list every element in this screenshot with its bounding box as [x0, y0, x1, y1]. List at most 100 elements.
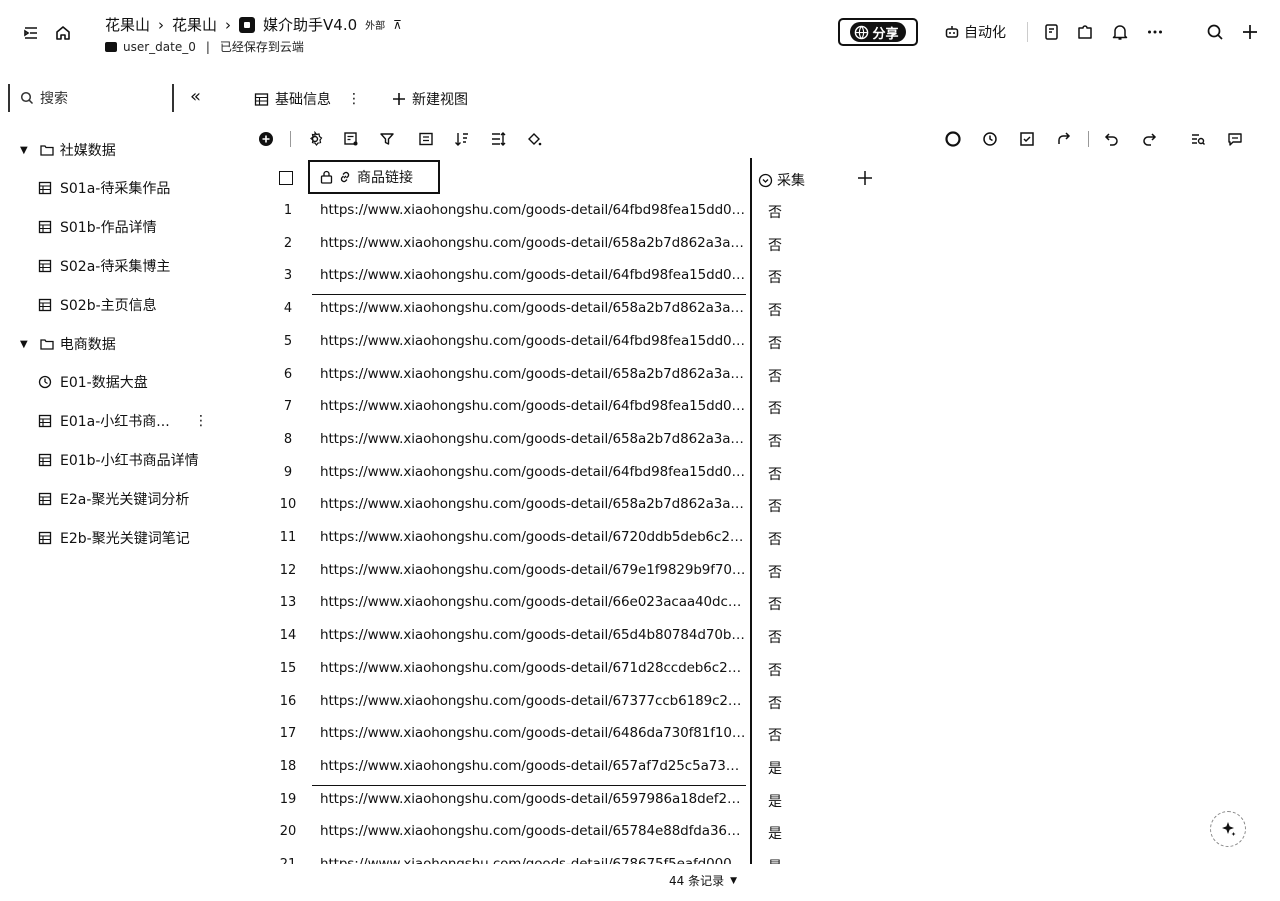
sidebar-item[interactable]: S02a-待采集博主 [38, 256, 208, 276]
sidebar-search-input[interactable]: 搜索 [8, 84, 174, 112]
product-link-cell[interactable]: https://www.xiaohongshu.com/goods-detail… [320, 725, 746, 741]
sidebar-item[interactable]: S01b-作品详情 [38, 217, 208, 237]
plugin-icon[interactable] [1076, 23, 1094, 41]
column-header-product-link[interactable]: 商品链接 [308, 160, 440, 194]
sidebar-item[interactable]: E01b-小红书商品详情 [38, 450, 208, 470]
collect-cell[interactable]: 否 [768, 267, 782, 287]
collect-cell[interactable]: 否 [768, 333, 782, 353]
sidebar-item[interactable]: S02b-主页信息 [38, 295, 208, 315]
product-link-cell[interactable]: https://www.xiaohongshu.com/goods-detail… [320, 627, 746, 643]
product-link-cell[interactable]: https://www.xiaohongshu.com/goods-detail… [320, 758, 746, 774]
table-row[interactable]: 8 https://www.xiaohongshu.com/goods-detai… [270, 425, 890, 457]
filter-icon[interactable] [378, 130, 396, 148]
collapse-sidebar-icon[interactable]: « [190, 86, 201, 107]
collect-cell[interactable]: 否 [768, 464, 782, 484]
table-row[interactable]: 2 https://www.xiaohongshu.com/goods-detai… [270, 229, 890, 261]
sidebar-toggle-icon[interactable] [22, 24, 40, 42]
bell-icon[interactable] [1111, 23, 1129, 41]
sidebar-group-social[interactable]: ▼ 社媒数据 [20, 140, 116, 160]
sidebar-item[interactable]: E01a-小红书商... ⋮ [38, 411, 208, 431]
item-more-icon[interactable]: ⋮ [194, 413, 208, 429]
product-link-cell[interactable]: https://www.xiaohongshu.com/goods-detail… [320, 464, 746, 480]
new-view-button[interactable]: 新建视图 [392, 89, 468, 109]
field-config-icon[interactable] [342, 130, 360, 148]
select-all-checkbox[interactable] [279, 171, 293, 185]
product-link-cell[interactable]: https://www.xiaohongshu.com/goods-detail… [320, 398, 746, 414]
table-row[interactable]: 5 https://www.xiaohongshu.com/goods-detai… [270, 327, 890, 359]
settings-icon[interactable] [306, 130, 324, 148]
collect-cell[interactable]: 否 [768, 725, 782, 745]
search-icon[interactable] [1206, 23, 1224, 41]
table-row[interactable]: 18 https://www.xiaohongshu.com/goods-deta… [270, 752, 890, 784]
tab-more-icon[interactable]: ⋮ [347, 91, 361, 107]
table-row[interactable]: 14 https://www.xiaohongshu.com/goods-deta… [270, 621, 890, 653]
product-link-cell[interactable]: https://www.xiaohongshu.com/goods-detail… [320, 791, 746, 807]
automation-button[interactable]: 自动化 [944, 22, 1006, 42]
sidebar-item[interactable]: E2a-聚光关键词分析 [38, 489, 208, 509]
table-row[interactable]: 1 https://www.xiaohongshu.com/goods-detai… [270, 196, 890, 228]
product-link-cell[interactable]: https://www.xiaohongshu.com/goods-detail… [320, 562, 746, 578]
collect-cell[interactable]: 否 [768, 562, 782, 582]
breadcrumb-item[interactable]: 花果山 [105, 14, 150, 35]
table-row[interactable]: 9 https://www.xiaohongshu.com/goods-detai… [270, 458, 890, 490]
collect-cell[interactable]: 是 [768, 791, 782, 811]
table-row[interactable]: 4 https://www.xiaohongshu.com/goods-detai… [270, 294, 890, 326]
table-row[interactable]: 13 https://www.xiaohongshu.com/goods-deta… [270, 588, 890, 620]
collect-cell[interactable]: 否 [768, 693, 782, 713]
sidebar-item[interactable]: E2b-聚光关键词笔记 [38, 528, 208, 548]
sidebar-group-ecommerce[interactable]: ▼ 电商数据 [20, 334, 116, 354]
fill-color-icon[interactable] [525, 130, 543, 148]
collect-cell[interactable]: 否 [768, 235, 782, 255]
table-row[interactable]: 11 https://www.xiaohongshu.com/goods-deta… [270, 523, 890, 555]
table-row[interactable]: 7 https://www.xiaohongshu.com/goods-detai… [270, 392, 890, 424]
collect-cell[interactable]: 是 [768, 823, 782, 843]
collect-cell[interactable]: 否 [768, 366, 782, 386]
row-height-icon[interactable] [489, 130, 507, 148]
product-link-cell[interactable]: https://www.xiaohongshu.com/goods-detail… [320, 660, 746, 676]
table-row[interactable]: 15 https://www.xiaohongshu.com/goods-deta… [270, 654, 890, 686]
table-row[interactable]: 3 https://www.xiaohongshu.com/goods-detai… [270, 261, 890, 293]
home-icon[interactable] [54, 24, 72, 42]
table-row[interactable]: 17 https://www.xiaohongshu.com/goods-deta… [270, 719, 890, 751]
collect-cell[interactable]: 否 [768, 431, 782, 451]
add-column-icon[interactable] [857, 170, 873, 186]
share-arrow-icon[interactable] [1055, 130, 1073, 148]
table-row[interactable]: 6 https://www.xiaohongshu.com/goods-detai… [270, 360, 890, 392]
record-icon[interactable] [944, 130, 962, 148]
collect-cell[interactable]: 否 [768, 300, 782, 320]
product-link-cell[interactable]: https://www.xiaohongshu.com/goods-detail… [320, 529, 746, 545]
pin-icon[interactable]: ⊼ [393, 18, 402, 32]
product-link-cell[interactable]: https://www.xiaohongshu.com/goods-detail… [320, 823, 746, 839]
more-icon[interactable] [1146, 23, 1164, 41]
table-row[interactable]: 19 https://www.xiaohongshu.com/goods-deta… [270, 785, 890, 817]
product-link-cell[interactable]: https://www.xiaohongshu.com/goods-detail… [320, 693, 746, 709]
collect-cell[interactable]: 否 [768, 660, 782, 680]
history-icon[interactable] [981, 130, 999, 148]
product-link-cell[interactable]: https://www.xiaohongshu.com/goods-detail… [320, 202, 746, 218]
group-icon[interactable] [417, 130, 435, 148]
doc-title[interactable]: 媒介助手V4.0 [263, 14, 357, 35]
collect-cell[interactable]: 否 [768, 202, 782, 222]
product-link-cell[interactable]: https://www.xiaohongshu.com/goods-detail… [320, 300, 746, 316]
collect-cell[interactable]: 否 [768, 627, 782, 647]
collect-cell[interactable]: 否 [768, 398, 782, 418]
table-row[interactable]: 10 https://www.xiaohongshu.com/goods-deta… [270, 490, 890, 522]
table-row[interactable]: 16 https://www.xiaohongshu.com/goods-deta… [270, 687, 890, 719]
collect-cell[interactable]: 是 [768, 758, 782, 778]
tab-basic-info[interactable]: 基础信息 ⋮ [254, 89, 361, 109]
product-link-cell[interactable]: https://www.xiaohongshu.com/goods-detail… [320, 594, 746, 610]
comment-icon[interactable] [1226, 130, 1244, 148]
table-row[interactable]: 12 https://www.xiaohongshu.com/goods-deta… [270, 556, 890, 588]
share-button[interactable]: 分享 [838, 18, 918, 46]
product-link-cell[interactable]: https://www.xiaohongshu.com/goods-detail… [320, 267, 746, 283]
product-link-cell[interactable]: https://www.xiaohongshu.com/goods-detail… [320, 333, 746, 349]
sidebar-item[interactable]: S01a-待采集作品 [38, 178, 208, 198]
undo-icon[interactable] [1103, 130, 1121, 148]
record-count[interactable]: 44 条记录 ▼ [669, 872, 737, 889]
ai-assistant-button[interactable] [1210, 811, 1246, 847]
collect-cell[interactable]: 否 [768, 529, 782, 549]
checklist-icon[interactable] [1018, 130, 1036, 148]
add-icon[interactable] [1241, 23, 1259, 41]
product-link-cell[interactable]: https://www.xiaohongshu.com/goods-detail… [320, 235, 746, 251]
product-link-cell[interactable]: https://www.xiaohongshu.com/goods-detail… [320, 496, 746, 512]
